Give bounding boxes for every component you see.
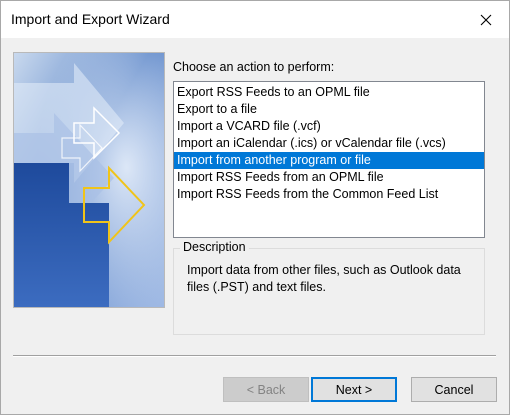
list-item-export-rss-opml[interactable]: Export RSS Feeds to an OPML file: [174, 84, 484, 101]
close-button[interactable]: [463, 1, 509, 38]
back-button[interactable]: < Back: [223, 377, 309, 402]
window-title: Import and Export Wizard: [11, 11, 170, 27]
description-group: Description Import data from other files…: [173, 240, 485, 335]
description-legend: Description: [180, 240, 249, 254]
list-item-import-rss-common-feed[interactable]: Import RSS Feeds from the Common Feed Li…: [174, 186, 484, 203]
cancel-button[interactable]: Cancel: [411, 377, 497, 402]
action-prompt-label: Choose an action to perform:: [173, 60, 335, 74]
action-list[interactable]: Export RSS Feeds to an OPML file Export …: [173, 81, 485, 238]
next-button[interactable]: Next >: [311, 377, 397, 402]
wizard-window: Import and Export Wizard Choose an actio…: [0, 0, 510, 415]
list-item-export-to-file[interactable]: Export to a file: [174, 101, 484, 118]
wizard-arrows-graphic: [13, 52, 165, 308]
list-item-import-rss-opml[interactable]: Import RSS Feeds from an OPML file: [174, 169, 484, 186]
list-item-import-from-program[interactable]: Import from another program or file: [174, 152, 484, 169]
close-icon: [480, 14, 492, 25]
description-text: Import data from other files, such as Ou…: [187, 263, 461, 294]
title-bar: Import and Export Wizard: [1, 1, 509, 38]
footer-separator: [13, 355, 496, 357]
list-item-import-vcard[interactable]: Import a VCARD file (.vcf): [174, 118, 484, 135]
list-item-import-icalendar[interactable]: Import an iCalendar (.ics) or vCalendar …: [174, 135, 484, 152]
